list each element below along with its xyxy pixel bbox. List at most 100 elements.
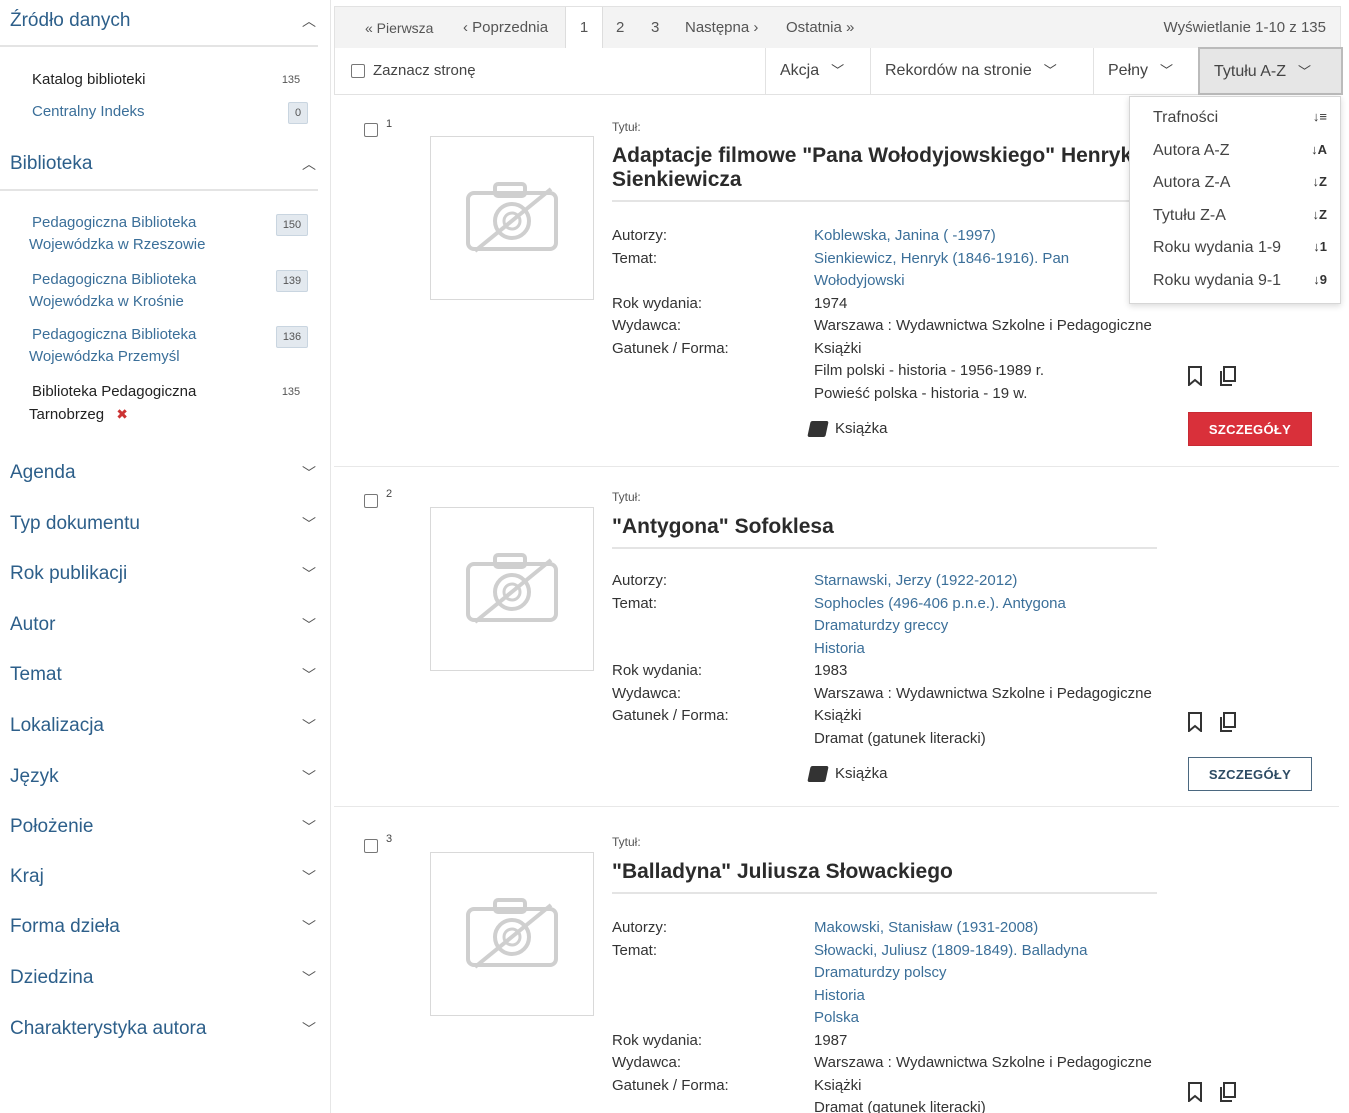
author-link[interactable]: Makowski, Stanisław (1931-2008) xyxy=(814,917,1164,940)
record-checkbox[interactable] xyxy=(364,494,378,508)
facet-title: Autor xyxy=(10,614,56,635)
facet-header-10[interactable]: Dziedzina ﹀ xyxy=(10,967,316,989)
sort-option[interactable]: Roku wydania 9-1 ↓9 xyxy=(1153,272,1327,290)
view-dropdown[interactable]: Pełny ﹀ xyxy=(1093,48,1198,94)
title-label: Tytuł: xyxy=(612,120,641,134)
sort-option[interactable]: Roku wydania 1-9 ↓1 xyxy=(1153,239,1327,257)
facet-header-6[interactable]: Język ﹀ xyxy=(10,766,316,788)
subject-link[interactable]: Wołodyjowski xyxy=(814,270,1164,293)
select-page-checkbox[interactable] xyxy=(351,63,365,78)
view-label: Pełny xyxy=(1108,62,1149,79)
genre-label: Gatunek / Forma: xyxy=(612,1076,729,1094)
facet-header-library[interactable]: Biblioteka ︿ xyxy=(10,153,316,175)
details-button[interactable]: SZCZEGÓŁY xyxy=(1188,757,1312,791)
copy-icon[interactable] xyxy=(1218,712,1236,732)
cover-placeholder[interactable] xyxy=(430,507,594,671)
sort-order-icon: ↓Z xyxy=(1312,206,1327,222)
record-checkbox[interactable] xyxy=(364,123,378,137)
record-title[interactable]: "Balladyna" Juliusza Słowackiego xyxy=(612,860,1157,894)
chevron-down-icon: ﹀ xyxy=(302,667,316,683)
pager-prev-link[interactable]: ‹ Poprzednia xyxy=(463,7,548,49)
chevron-down-icon: ﹀ xyxy=(302,465,316,481)
record-fields: Starnawski, Jerzy (1922-2012) Sophocles … xyxy=(814,570,1164,750)
subject-link[interactable]: Dramaturdzy greccy xyxy=(814,615,1164,638)
facet-item-catalog[interactable]: Katalog biblioteki xyxy=(32,69,282,91)
subject-label: Temat: xyxy=(612,594,658,612)
record-item: 3 Tytuł: "Balladyna" Juliusza Słowackieg… xyxy=(334,806,1339,1113)
chevron-down-icon: ﹀ xyxy=(302,919,316,935)
facet-item-library-rzeszow[interactable]: Pedagogiczna Biblioteka Wojewódzka w Rze… xyxy=(29,212,282,256)
cover-placeholder[interactable] xyxy=(430,136,594,300)
per-page-dropdown[interactable]: Rekordów na stronie ﹀ xyxy=(870,48,1093,94)
pager-page-1[interactable]: 1 xyxy=(565,7,603,50)
action-dropdown[interactable]: Akcja ﹀ xyxy=(765,48,870,94)
subject-link[interactable]: Sienkiewicz, Henryk (1846-1916). Pan xyxy=(814,248,1164,271)
bookmark-icon[interactable] xyxy=(1186,1082,1204,1102)
subject-link[interactable]: Dramaturdzy polscy xyxy=(814,962,1164,985)
sort-option[interactable]: Trafności ↓≡ xyxy=(1153,109,1327,127)
action-label: Akcja xyxy=(780,62,820,79)
facet-item-library-tarnobrzeg[interactable]: Biblioteka Pedagogiczna Tarnobrzeg ✖ xyxy=(29,381,282,426)
author-link[interactable]: Koblewska, Janina ( -1997) xyxy=(814,225,1164,248)
pager-first-link[interactable]: « Pierwsza xyxy=(365,7,433,49)
genre-value: Dramat (gatunek literacki) xyxy=(814,729,986,747)
facet-header-source[interactable]: Źródło danych ︿ xyxy=(10,10,316,32)
facet-header-2[interactable]: Rok publikacji ﹀ xyxy=(10,563,316,585)
copy-icon[interactable] xyxy=(1218,366,1236,386)
facet-header-7[interactable]: Położenie ﹀ xyxy=(10,816,316,838)
facet-header-5[interactable]: Lokalizacja ﹀ xyxy=(10,715,316,737)
facet-header-9[interactable]: Forma dzieła ﹀ xyxy=(10,916,316,938)
facet-header-11[interactable]: Charakterystyka autora ﹀ xyxy=(10,1018,316,1040)
bookmark-icon[interactable] xyxy=(1186,366,1204,386)
details-button[interactable]: SZCZEGÓŁY xyxy=(1188,412,1312,446)
remove-filter-icon[interactable]: ✖ xyxy=(116,406,128,422)
facet-count: 139 xyxy=(276,270,308,292)
facet-header-1[interactable]: Typ dokumentu ﹀ xyxy=(10,513,316,535)
genre-label: Gatunek / Forma: xyxy=(612,339,729,357)
cover-placeholder[interactable] xyxy=(430,852,594,1016)
facet-item-central-index[interactable]: Centralny Indeks xyxy=(32,101,282,123)
sort-option[interactable]: Autora Z-A ↓Z xyxy=(1153,174,1327,192)
pager-next-link[interactable]: Następna › xyxy=(685,7,758,49)
copy-icon[interactable] xyxy=(1218,1082,1236,1102)
facet-item-label: Centralny Indeks xyxy=(32,103,145,120)
genre-label: Gatunek / Forma: xyxy=(612,707,729,724)
authors-label: Autorzy: xyxy=(612,572,668,589)
bookmark-icon[interactable] xyxy=(1186,712,1204,732)
facet-header-8[interactable]: Kraj ﹀ xyxy=(10,866,316,888)
subject-link[interactable]: Sophocles (496-406 p.n.e.). Antygona xyxy=(814,593,1164,616)
sort-option[interactable]: Autora A-Z ↓A xyxy=(1153,142,1327,160)
record-number: 2 xyxy=(386,488,393,500)
facet-item-label: Pedagogiczna Biblioteka xyxy=(32,326,197,343)
facet-title: Biblioteka xyxy=(10,153,93,174)
record-number: 3 xyxy=(386,833,393,845)
sort-dropdown[interactable]: Tytułu A-Z ﹀ xyxy=(1198,47,1343,95)
authors-label: Autorzy: xyxy=(612,227,668,244)
publisher-value: Warszawa : Wydawnictwa Szkolne i Pedagog… xyxy=(814,317,1152,334)
pager-page-2[interactable]: 2 xyxy=(616,7,624,49)
facet-item-label: Wojewódzka Przemyśl xyxy=(29,348,180,365)
chevron-down-icon: ﹀ xyxy=(302,819,316,835)
facet-header-3[interactable]: Autor ﹀ xyxy=(10,614,316,636)
subject-link[interactable]: Historia xyxy=(814,985,1164,1008)
facet-header-4[interactable]: Temat ﹀ xyxy=(10,664,316,686)
subject-link[interactable]: Polska xyxy=(814,1007,1164,1030)
record-fields: Koblewska, Janina ( -1997) Sienkiewicz, … xyxy=(814,225,1164,405)
facet-item-library-krosno[interactable]: Pedagogiczna Biblioteka Wojewódzka w Kro… xyxy=(29,269,282,313)
chevron-down-icon: ﹀ xyxy=(831,63,845,78)
record-title[interactable]: "Antygona" Sofoklesa xyxy=(612,515,1157,549)
record-item: 2 Tytuł: "Antygona" Sofoklesa Autorzy: T… xyxy=(334,466,1339,806)
select-page-control[interactable]: Zaznacz stronę xyxy=(351,62,476,79)
subject-link[interactable]: Historia xyxy=(814,638,1164,661)
record-checkbox[interactable] xyxy=(364,839,378,853)
pager-last-link[interactable]: Ostatnia » xyxy=(786,7,854,49)
author-link[interactable]: Starnawski, Jerzy (1922-2012) xyxy=(814,570,1164,593)
facet-header-0[interactable]: Agenda ﹀ xyxy=(10,462,316,484)
pager-page-3[interactable]: 3 xyxy=(651,7,659,49)
record-actions xyxy=(1186,1082,1236,1102)
subject-link[interactable]: Słowacki, Juliusz (1809-1849). Balladyna xyxy=(814,940,1164,963)
genre-value: Książki xyxy=(814,339,862,357)
sort-option[interactable]: Tytułu Z-A ↓Z xyxy=(1153,207,1327,225)
facet-item-library-przemysl[interactable]: Pedagogiczna Biblioteka Wojewódzka Przem… xyxy=(29,324,282,368)
record-title[interactable]: Adaptacje filmowe "Pana Wołodyjowskiego"… xyxy=(612,144,1157,202)
